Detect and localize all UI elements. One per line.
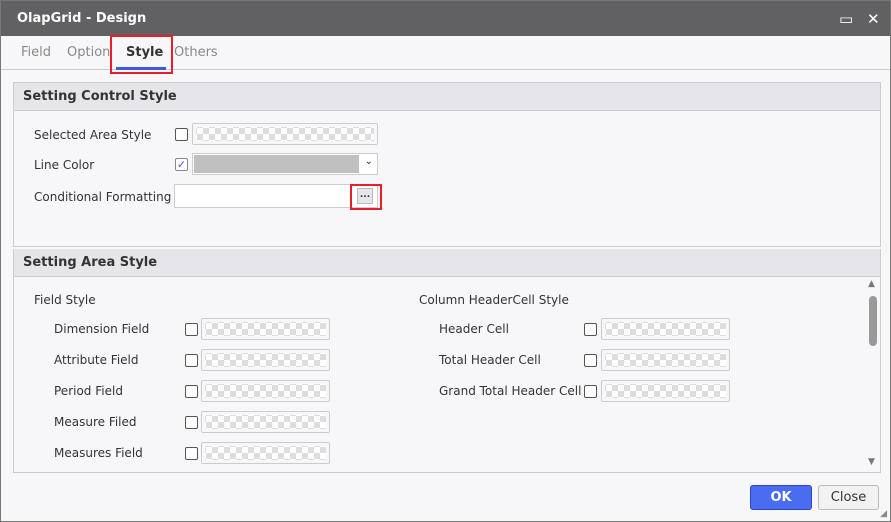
tab-others[interactable]: Others — [174, 45, 218, 60]
color-picker[interactable] — [201, 442, 330, 464]
group-title: Column HeaderCell Style — [419, 293, 569, 307]
label: Attribute Field — [54, 353, 139, 367]
scrollbar-thumb[interactable] — [869, 296, 877, 346]
color-picker[interactable] — [201, 380, 330, 402]
scroll-up-icon[interactable]: ▲ — [868, 279, 875, 289]
group-title: Field Style — [34, 293, 96, 307]
chevron-down-icon: ⌄ — [364, 156, 373, 167]
color-picker[interactable] — [601, 318, 730, 340]
checkbox[interactable] — [584, 385, 597, 398]
line-color-select[interactable]: ⌄ — [192, 153, 378, 175]
checkbox[interactable] — [185, 385, 198, 398]
color-picker[interactable] — [601, 349, 730, 371]
dialog-title: OlapGrid - Design — [17, 11, 147, 26]
control-style-panel: Setting Control Style Selected Area Styl… — [13, 82, 881, 247]
tab-field[interactable]: Field — [21, 45, 51, 60]
color-picker[interactable] — [601, 380, 730, 402]
section-header: Setting Area Style — [14, 249, 880, 277]
close-button[interactable]: Close — [818, 485, 879, 510]
checkbox[interactable] — [584, 354, 597, 367]
vertical-scrollbar[interactable]: ▲ ▼ — [865, 277, 881, 472]
checkbox[interactable] — [185, 447, 198, 460]
label: Measures Field — [54, 446, 143, 460]
label: Header Cell — [439, 322, 509, 336]
label: Total Header Cell — [439, 353, 541, 367]
checkbox[interactable] — [185, 323, 198, 336]
area-style-panel: Setting Area Style Field Style Dimension… — [13, 249, 881, 473]
color-swatch — [194, 155, 359, 173]
label: Grand Total Header Cell — [439, 384, 582, 398]
color-picker[interactable] — [201, 318, 330, 340]
highlight-box — [110, 35, 173, 74]
close-icon[interactable]: ✕ — [867, 10, 880, 28]
line-color-checkbox[interactable]: ✓ — [175, 158, 188, 171]
label: Line Color — [34, 158, 95, 172]
tab-option[interactable]: Option — [67, 45, 110, 60]
color-picker[interactable] — [201, 411, 330, 433]
highlight-box — [350, 184, 382, 210]
label: Dimension Field — [54, 322, 150, 336]
label: Period Field — [54, 384, 123, 398]
conditional-formatting-input[interactable] — [174, 184, 378, 208]
scroll-down-icon[interactable]: ▼ — [868, 457, 875, 467]
checkbox[interactable] — [584, 323, 597, 336]
color-picker[interactable] — [201, 349, 330, 371]
title-bar: OlapGrid - Design — [1, 1, 890, 36]
design-dialog: OlapGrid - Design ▭ ✕ Field Option Style… — [0, 0, 891, 522]
label: Selected Area Style — [34, 128, 152, 142]
maximize-icon[interactable]: ▭ — [839, 10, 853, 28]
checkbox[interactable] — [185, 416, 198, 429]
selected-area-checkbox[interactable] — [175, 128, 188, 141]
section-header: Setting Control Style — [14, 83, 880, 111]
ok-button[interactable]: OK — [750, 485, 812, 510]
checkbox[interactable] — [185, 354, 198, 367]
resize-grip-icon[interactable]: ◢ — [880, 509, 887, 519]
selected-area-color-picker[interactable] — [192, 123, 378, 145]
label: Conditional Formatting — [34, 190, 172, 204]
label: Measure Filed — [54, 415, 137, 429]
